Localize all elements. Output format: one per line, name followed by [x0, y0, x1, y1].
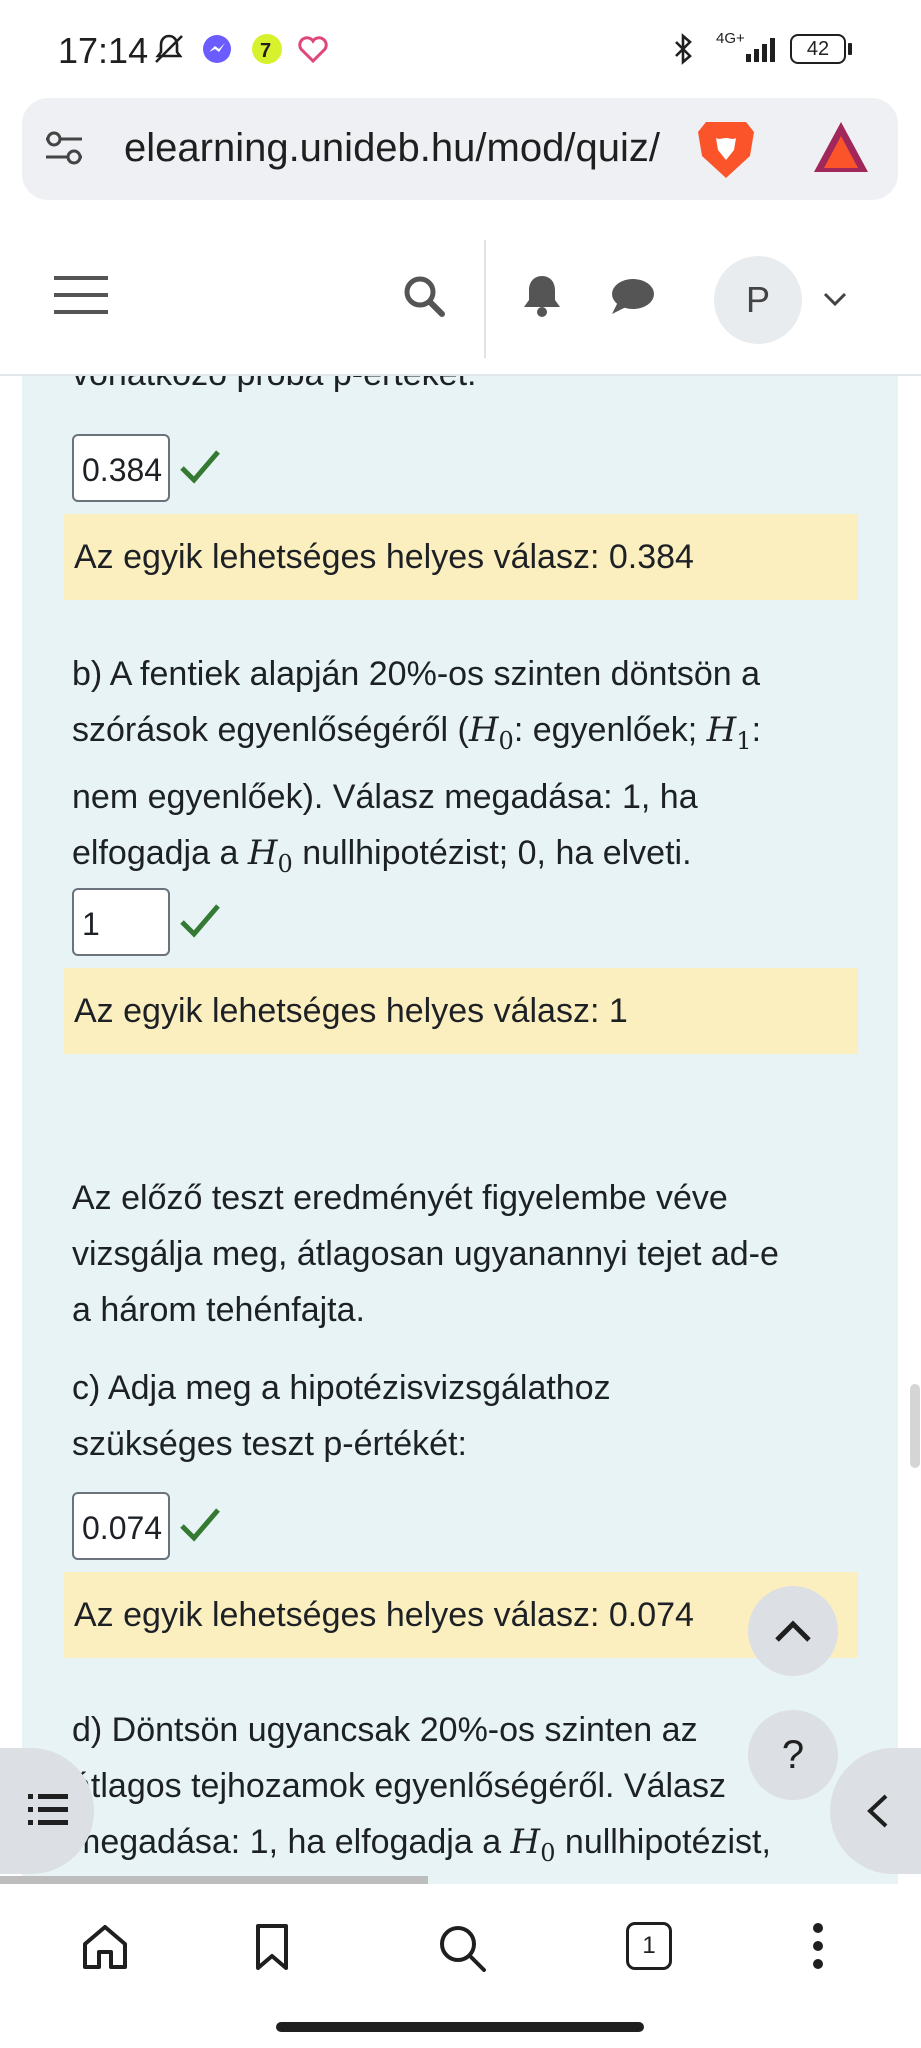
tabs-icon[interactable]: 1 [626, 1922, 672, 1970]
question-a-text-partial: vonatkozó próba p-értéket: [72, 376, 872, 402]
check-icon [180, 904, 220, 938]
drawer-back-icon [867, 1794, 888, 1828]
heart-icon [298, 36, 328, 64]
answer-a-input[interactable]: 0.384 [72, 434, 170, 502]
feedback-c: Az egyik lehetséges helyes válasz: 0.074 [64, 1572, 858, 1658]
question-c-line-1: c) Adja meg a hipotézisvizsgálathoz [72, 1369, 611, 1407]
question-b-line-3: nem egyenlőek). Válasz megadása: 1, ha [72, 777, 698, 816]
notifications-bell-icon[interactable] [522, 274, 562, 318]
url-text[interactable]: elearning.unideb.hu/mod/quiz/ [124, 126, 660, 171]
question-b-line-2-mid: : egyenlőek; [513, 711, 707, 749]
messenger-icon [203, 35, 231, 63]
question-c-line-2: szükséges teszt p-értékét: [72, 1425, 467, 1463]
home-icon[interactable] [80, 1922, 130, 1972]
address-bar[interactable]: elearning.unideb.hu/mod/quiz/ [22, 98, 898, 200]
scroll-to-top-button[interactable] [748, 1586, 838, 1676]
battery-tip [848, 43, 852, 55]
help-icon: ? [781, 1732, 805, 1777]
clock: 17:14 [58, 30, 149, 71]
mute-icon [155, 34, 183, 63]
question-b-text: b) A fentiek alapján 20%-os szinten dönt… [72, 646, 872, 892]
battery-level: 42 [806, 37, 830, 60]
h0-symbol: H0 [468, 710, 514, 755]
help-button[interactable]: ? [748, 1710, 838, 1800]
intro-c-text: Az előző teszt eredményét figyelembe vév… [72, 1170, 872, 1338]
site-header: P [0, 232, 921, 376]
h0-symbol: H0 [247, 832, 293, 878]
home-indicator[interactable] [276, 2022, 644, 2032]
avatar[interactable]: P [714, 256, 802, 344]
more-icon[interactable] [808, 1920, 828, 1972]
h1-symbol: H1 [706, 710, 752, 755]
horizontal-scrollbar[interactable] [0, 1876, 428, 1884]
intro-c-line-2: vizsgálja meg, átlagosan ugyanannyi teje… [72, 1235, 779, 1273]
tab-count: 1 [642, 1932, 656, 1959]
answer-c-input[interactable]: 0.074 [72, 1492, 170, 1560]
check-icon [180, 1508, 220, 1542]
search-icon[interactable] [436, 1922, 488, 1974]
bookmark-icon[interactable] [254, 1922, 290, 1972]
intro-c-line-3: a három tehénfajta. [72, 1291, 365, 1329]
question-d-line-3: megadása: 1, ha elfogadja a H0 nullhipot… [72, 1822, 771, 1867]
site-settings-icon[interactable] [42, 128, 86, 168]
brave-rewards-icon[interactable] [810, 118, 872, 176]
battery-icon: 42 [790, 34, 846, 64]
question-d-text: d) Döntsön ugyancsak 20%-os szinten az á… [72, 1702, 872, 1881]
page-scrollbar[interactable] [910, 1384, 920, 1468]
header-divider [484, 240, 486, 358]
app-icon: 7 [252, 34, 282, 64]
avatar-initial: P [745, 279, 770, 320]
question-b-line-4: elfogadja a H0 nullhipotézist; 0, ha elv… [72, 832, 692, 878]
status-bar: 17:14 7 4G+ 42 [0, 0, 921, 96]
signal-icon [746, 38, 775, 62]
check-icon [180, 450, 220, 484]
feedback-a: Az egyik lehetséges helyes válasz: 0.384 [64, 514, 858, 600]
hamburger-menu-icon[interactable] [54, 272, 108, 318]
bluetooth-icon [675, 33, 692, 65]
svg-text:7: 7 [260, 40, 271, 62]
chevron-down-icon[interactable] [822, 290, 848, 308]
question-b-line-2-post: : [751, 711, 762, 749]
search-icon[interactable] [402, 274, 446, 318]
question-b-line-1: b) A fentiek alapján 20%-os szinten dönt… [72, 655, 761, 693]
quiz-navigation-icon [28, 1794, 68, 1825]
question-c-text: c) Adja meg a hipotézisvizsgálathoz szük… [72, 1360, 872, 1472]
messages-chat-icon[interactable] [610, 276, 656, 316]
feedback-b: Az egyik lehetséges helyes válasz: 1 [64, 968, 858, 1054]
question-b-line-2-pre: szórások egyenlőségéről ( [72, 711, 469, 749]
brave-lion-icon[interactable] [696, 116, 756, 182]
intro-c-line-1: Az előző teszt eredményét figyelembe vév… [72, 1179, 728, 1217]
h0-symbol: H0 [510, 1822, 556, 1867]
scroll-to-top-icon [775, 1620, 811, 1642]
question-b-line-2: szórások egyenlőségéről (H0: egyenlőek; … [72, 702, 872, 769]
answer-b-input[interactable]: 1 [72, 888, 170, 956]
